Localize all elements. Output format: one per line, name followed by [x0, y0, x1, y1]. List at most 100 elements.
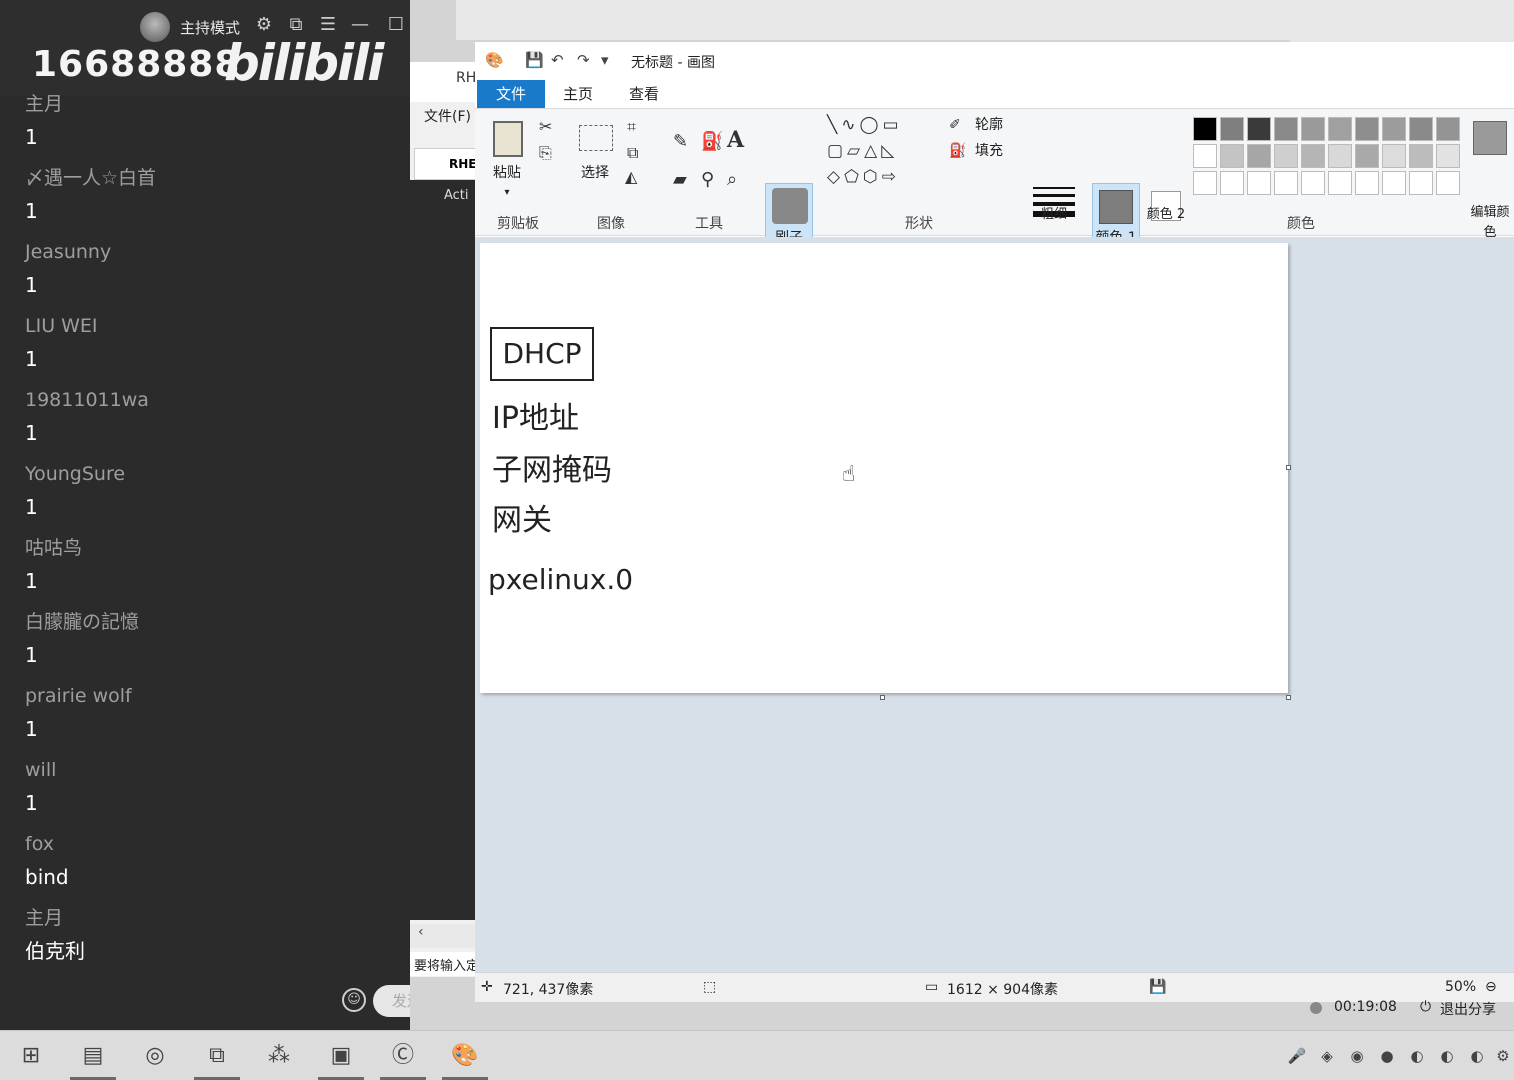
select-icon[interactable] [579, 125, 613, 151]
outline-button[interactable]: 轮廓 [969, 115, 1009, 135]
palette-swatch[interactable] [1193, 171, 1217, 195]
text-tool-icon[interactable]: A [727, 127, 744, 153]
tray-overflow-icon[interactable]: ⚙ [1492, 1045, 1514, 1067]
fill-bucket-icon[interactable]: ⛽ [701, 131, 723, 152]
fill-button[interactable]: 填充 [969, 141, 1009, 161]
palette-swatch[interactable] [1220, 117, 1244, 141]
redo-icon[interactable]: ↷ [577, 51, 590, 69]
drawing-canvas[interactable]: DHCP IP地址 子网掩码 网关 pxelinux.0 ☝ [480, 243, 1291, 700]
palette-swatch[interactable] [1301, 117, 1325, 141]
select-button[interactable]: 选择 [581, 163, 609, 183]
tab-view[interactable]: 查看 [619, 80, 669, 108]
terminal-icon[interactable]: ▣ [326, 1041, 356, 1071]
resize-handle-right[interactable] [1286, 465, 1291, 470]
paint-taskbar-icon[interactable]: 🎨 [450, 1041, 480, 1071]
fill-icon[interactable]: ⛽ [949, 143, 966, 159]
paint-app-icon[interactable]: 🎨 [485, 51, 504, 69]
qq3-icon[interactable]: ◐ [1466, 1045, 1488, 1067]
eraser-icon[interactable]: ▰ [673, 169, 687, 190]
qq-icon[interactable]: ◐ [1406, 1045, 1428, 1067]
cut-icon[interactable]: ✂ [539, 117, 552, 136]
file-explorer-icon[interactable]: ▤ [78, 1041, 108, 1071]
palette-swatch[interactable] [1247, 171, 1271, 195]
tab-home[interactable]: 主页 [555, 80, 601, 108]
minimize-icon[interactable]: — [348, 14, 372, 35]
desktop-top-strip [456, 0, 1514, 40]
resize-handle-corner[interactable] [1286, 695, 1291, 700]
palette-swatch[interactable] [1328, 117, 1352, 141]
windows-start-icon[interactable]: ⊞ [16, 1041, 46, 1071]
popout-icon[interactable]: ⧉ [284, 14, 308, 35]
qq2-icon[interactable]: ◐ [1436, 1045, 1458, 1067]
palette-swatch[interactable] [1301, 144, 1325, 168]
resize-icon[interactable]: ⧉ [627, 143, 638, 163]
outline-icon[interactable]: ✐ [949, 117, 961, 133]
bg-window-tab[interactable]: RHE [414, 148, 480, 180]
save-icon[interactable]: 💾 [525, 51, 544, 69]
paint-titlebar: 🎨 💾 ↶ ↷ ▾ 无标题 - 画图 [475, 42, 1514, 78]
palette-swatch[interactable] [1328, 144, 1352, 168]
edit-colors-icon[interactable] [1473, 121, 1507, 155]
palette-swatch[interactable] [1382, 144, 1406, 168]
palette-swatch[interactable] [1436, 117, 1460, 141]
paste-icon[interactable] [493, 121, 523, 157]
shapes-row2-icon[interactable]: ▢▱△◺ [827, 141, 898, 161]
emoji-icon[interactable]: ☺ [342, 988, 366, 1012]
palette-swatch[interactable] [1409, 171, 1433, 195]
palette-swatch[interactable] [1301, 171, 1325, 195]
palette-swatch[interactable] [1274, 144, 1298, 168]
palette-swatch[interactable] [1436, 171, 1460, 195]
palette-swatch[interactable] [1355, 144, 1379, 168]
palette-swatch[interactable] [1193, 117, 1217, 141]
tray-app-icon[interactable]: ◈ [1316, 1045, 1338, 1067]
chat-username: LIU WEI [25, 315, 98, 337]
bg-scroll-left-icon[interactable]: ‹ [410, 924, 480, 948]
palette-swatch[interactable] [1355, 117, 1379, 141]
palette-swatch[interactable] [1220, 171, 1244, 195]
rotate-icon[interactable]: ◭ [625, 167, 637, 186]
palette-swatch[interactable] [1247, 144, 1271, 168]
color-picker-icon[interactable]: ⚲ [701, 169, 714, 190]
tray-app2-icon[interactable]: ● [1376, 1045, 1398, 1067]
palette-swatch[interactable] [1355, 171, 1379, 195]
settings-icon[interactable]: ⚙ [252, 14, 276, 35]
palette-swatch[interactable] [1382, 171, 1406, 195]
magnifier-icon[interactable]: ⌕ [727, 169, 737, 190]
maximize-icon[interactable]: ☐ [384, 14, 408, 35]
menu-icon[interactable]: ☰ [316, 14, 340, 35]
exit-share-button[interactable]: 退出分享 [1440, 999, 1496, 1019]
shapes-row1-icon[interactable]: ╲∿◯▭ [827, 115, 903, 135]
palette-swatch[interactable] [1436, 144, 1460, 168]
group-colors: 颜色 [1287, 216, 1315, 232]
palette-swatch[interactable] [1247, 117, 1271, 141]
app-icon[interactable]: ⁂ [264, 1041, 294, 1071]
tab-file[interactable]: 文件 [477, 80, 545, 108]
palette-swatch[interactable] [1382, 117, 1406, 141]
resize-handle-bottom[interactable] [880, 695, 885, 700]
palette-swatch[interactable] [1409, 117, 1433, 141]
paste-button[interactable]: 粘贴 [489, 163, 525, 183]
palette-swatch[interactable] [1328, 171, 1352, 195]
paste-dropdown-icon[interactable]: ▾ [499, 183, 515, 203]
app-c-icon[interactable]: Ⓒ [388, 1041, 418, 1071]
palette-swatch[interactable] [1274, 171, 1298, 195]
palette-swatch[interactable] [1274, 117, 1298, 141]
thickness-button[interactable]: 粗细 [1041, 205, 1067, 225]
send-button[interactable]: 发送 [373, 985, 410, 1017]
tray-cat-icon[interactable]: ◉ [1346, 1045, 1368, 1067]
microphone-icon[interactable]: 🎤 [1286, 1045, 1308, 1067]
palette-swatch[interactable] [1409, 144, 1433, 168]
customize-toolbar-icon[interactable]: ▾ [601, 51, 609, 69]
shapes-row3-icon[interactable]: ◇⬠⬡⇨ [827, 167, 900, 187]
palette-swatch[interactable] [1220, 144, 1244, 168]
undo-icon[interactable]: ↶ [551, 51, 564, 69]
crop-icon[interactable]: ⌗ [627, 117, 636, 137]
browser-icon[interactable]: ◎ [140, 1041, 170, 1071]
palette-swatch[interactable] [1193, 144, 1217, 168]
zoom-out-icon[interactable]: ⊖ [1485, 979, 1497, 995]
background-window[interactable]: RH 文件(F) RHE Acti ‹ 要将输入定 [410, 62, 480, 977]
bg-file-menu[interactable]: 文件(F) [424, 106, 471, 126]
pencil-icon[interactable]: ✎ [673, 131, 688, 152]
copy-icon[interactable]: ⎘ [539, 143, 552, 163]
vmware-icon[interactable]: ⧉ [202, 1041, 232, 1071]
